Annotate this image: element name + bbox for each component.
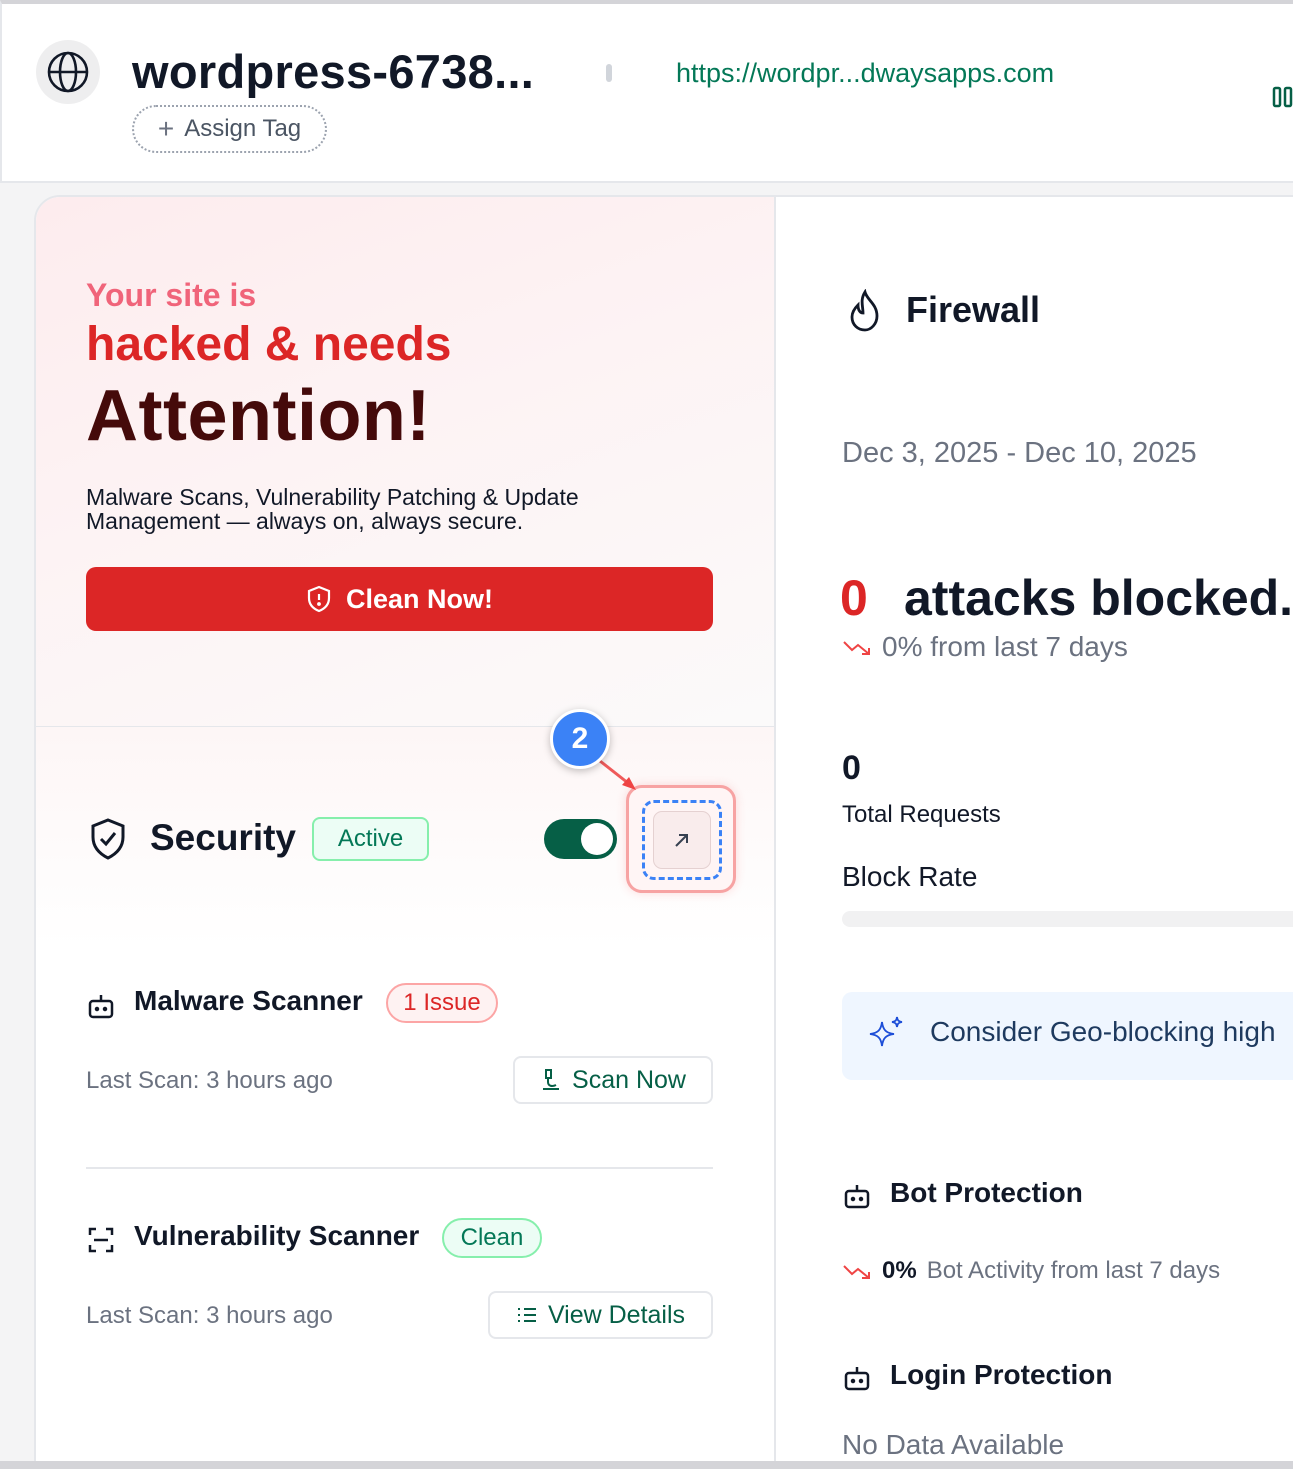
total-requests-value: 0 [842, 749, 861, 787]
login-no-data: No Data Available [842, 1429, 1065, 1460]
attacks-trend: 0% from last 7 days [842, 631, 1128, 663]
shield-check-icon [91, 818, 125, 860]
security-status-badge: Active [312, 817, 429, 861]
robot-icon [844, 1367, 870, 1391]
assign-tag-button[interactable]: + Assign Tag [132, 105, 327, 153]
geo-blocking-tip[interactable]: Consider Geo-blocking high [842, 992, 1293, 1080]
hero-line2: hacked & needs [86, 318, 452, 371]
view-details-button[interactable]: View Details [488, 1291, 713, 1339]
firewall-panel: Firewall Dec 3, 2025 - Dec 10, 2025 0 at… [776, 195, 1293, 1469]
malware-issue-badge: 1 Issue [386, 983, 498, 1023]
bot-trend-text: Bot Activity from last 7 days [926, 1257, 1221, 1284]
bot-trend: 0% Bot Activity from last 7 days [842, 1257, 1220, 1285]
hero-description: Malware Scans, Vulnerability Patching & … [86, 484, 579, 534]
trend-down-icon [843, 1265, 870, 1279]
step-pointer-arrow [599, 759, 636, 790]
site-header: wordpress-6738... https://wordpr...dways… [0, 0, 1293, 183]
view-details-label: View Details [547, 1300, 686, 1329]
security-card: Your site is hacked & needs Attention! M… [34, 195, 776, 1469]
site-avatar [36, 40, 100, 104]
malware-last-scan: Last Scan: 3 hours ago [86, 1067, 333, 1094]
robot-icon [88, 995, 114, 1019]
list-icon [517, 1308, 536, 1322]
columns-icon[interactable] [1272, 86, 1293, 108]
security-toggle[interactable] [544, 819, 617, 859]
highlight-ring [626, 785, 736, 893]
vulnerability-last-scan: Last Scan: 3 hours ago [86, 1302, 333, 1329]
assign-tag-label: Assign Tag [184, 115, 302, 142]
security-title: Security [150, 817, 297, 858]
step-number-badge: 2 [550, 709, 610, 769]
plus-icon: + [157, 113, 175, 144]
scan-frame-icon [88, 1227, 114, 1253]
scan-now-label: Scan Now [572, 1065, 686, 1094]
open-security-button[interactable] [653, 811, 711, 869]
vulnerability-scanner-title: Vulnerability Scanner [134, 1220, 420, 1251]
malware-scanner-title: Malware Scanner [134, 985, 363, 1016]
hero-line1: Your site is [86, 277, 257, 313]
vulnerability-clean-badge: Clean [442, 1218, 542, 1258]
sparkles-icon [869, 1016, 903, 1047]
site-url-link[interactable]: https://wordpr...dwaysapps.com [676, 58, 1054, 89]
attacks-trend-text: 0% from last 7 days [882, 631, 1128, 662]
scan-now-button[interactable]: Scan Now [513, 1056, 713, 1104]
block-rate-label: Block Rate [842, 861, 978, 892]
trend-down-icon [843, 641, 870, 655]
clean-now-button[interactable]: Clean Now! [86, 567, 713, 631]
attacks-blocked-count: 0 [840, 570, 868, 626]
bot-percent: 0% [882, 1257, 917, 1284]
hero-line3: Attention! [86, 376, 431, 456]
block-rate-bar [842, 911, 1293, 927]
login-protection-title: Login Protection [890, 1359, 1113, 1390]
toggle-knob [581, 823, 613, 855]
section-divider [86, 1167, 713, 1169]
total-requests-label: Total Requests [842, 801, 1001, 828]
microscope-icon [543, 1069, 560, 1090]
firewall-date-range[interactable]: Dec 3, 2025 - Dec 10, 2025 [842, 437, 1197, 470]
arrow-up-right-icon [675, 834, 688, 847]
geo-blocking-text: Consider Geo-blocking high [930, 1016, 1276, 1047]
shield-alert-icon [307, 585, 331, 613]
robot-icon [844, 1185, 870, 1209]
horizontal-scrollbar[interactable] [0, 1461, 1293, 1469]
clean-now-label: Clean Now! [345, 583, 493, 614]
attacks-blocked-label: attacks blocked. [904, 570, 1293, 626]
hacked-alert-hero: Your site is hacked & needs Attention! M… [36, 197, 774, 727]
flame-icon [850, 289, 879, 332]
globe-icon [47, 51, 89, 93]
site-title: wordpress-6738... [132, 45, 535, 98]
separator [606, 64, 612, 82]
focus-outline [642, 800, 722, 880]
firewall-title: Firewall [906, 289, 1041, 330]
bot-protection-title: Bot Protection [890, 1177, 1083, 1208]
